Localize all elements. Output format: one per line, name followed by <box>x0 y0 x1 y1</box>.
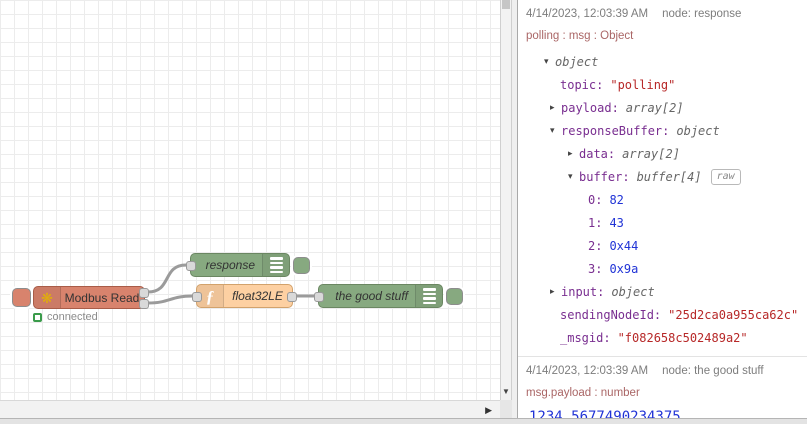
debug-value: 82 <box>609 192 624 207</box>
debug-tree-row[interactable]: ▸ payload: array[2] <box>526 96 799 119</box>
scroll-right-arrow-icon[interactable]: ▶ <box>485 405 492 415</box>
debug-message-meta: 4/14/2023, 12:03:39 AM node: the good stu… <box>526 363 799 379</box>
debug-tree-row[interactable]: 2: 0x44 <box>526 234 799 257</box>
expander-icon[interactable]: ▸ <box>568 148 579 159</box>
debug-key: payload: <box>561 100 619 115</box>
node-modbus-read[interactable]: ❋ Modbus Read <box>33 286 149 309</box>
input-port[interactable] <box>314 292 324 302</box>
debug-value: 0x9a <box>609 261 639 276</box>
node-label: the good stuff <box>335 289 408 303</box>
debug-tree-row[interactable]: ▾ buffer: buffer[4] raw <box>526 165 799 188</box>
debug-key: 3: <box>588 261 603 276</box>
debug-value: "polling" <box>610 77 676 92</box>
debug-message: 4/14/2023, 12:03:39 AM node: response pol… <box>518 0 807 357</box>
debug-key: input: <box>561 284 605 299</box>
debug-source-node[interactable]: node: response <box>662 8 741 20</box>
debug-tree-row[interactable]: ▾ responseBuffer: object <box>526 119 799 142</box>
debug-value: object <box>555 54 599 69</box>
input-port[interactable] <box>192 292 202 302</box>
debug-value: 0x44 <box>609 238 639 253</box>
debug-key: data: <box>579 146 616 161</box>
debug-key: _msgid: <box>560 330 611 345</box>
node-label: float32LE <box>232 289 283 303</box>
horizontal-scrollbar[interactable]: ▶ <box>0 400 500 418</box>
expander-icon[interactable]: ▾ <box>544 56 555 67</box>
debug-value: "f082658c502489a2" <box>617 330 748 345</box>
node-label: Modbus Read <box>64 290 140 305</box>
wire[interactable] <box>146 294 195 305</box>
debug-source-node[interactable]: node: the good stuff <box>662 365 763 377</box>
expander-icon[interactable]: ▾ <box>550 125 561 136</box>
debug-value: buffer[4] <box>636 169 702 184</box>
debug-value: array[2] <box>625 100 684 115</box>
debug-value: object <box>676 123 720 138</box>
debug-timestamp: 4/14/2023, 12:03:39 AM <box>526 8 649 20</box>
debug-list-icon <box>415 285 442 307</box>
debug-value: "25d2ca0a955ca62c" <box>668 307 799 322</box>
wire[interactable] <box>146 263 188 294</box>
status-text: connected <box>47 311 98 323</box>
debug-key: buffer: <box>579 169 630 184</box>
debug-key: sendingNodeId: <box>560 307 662 322</box>
debug-object-tree: ▾ object topic: "polling" ▸ payload: array[2] ▾… <box>526 50 799 349</box>
flow-canvas[interactable]: ❋ Modbus Read connected response ƒ float… <box>0 0 501 400</box>
debug-payload-value: 1234.5677490234375 <box>529 409 681 418</box>
node-button[interactable] <box>12 288 31 307</box>
raw-toggle-button[interactable]: raw <box>710 168 741 185</box>
debug-value: object <box>611 284 655 299</box>
status-led-icon <box>33 312 42 322</box>
node-red-workspace: ❋ Modbus Read connected response ƒ float… <box>0 0 807 424</box>
node-response-debug[interactable]: response <box>186 253 290 277</box>
debug-tree-row[interactable]: ▾ object <box>526 50 799 73</box>
debug-key: 2: <box>588 238 603 253</box>
debug-key: 1: <box>588 215 603 230</box>
debug-key: 0: <box>588 192 603 207</box>
window-footer-edge <box>0 418 807 424</box>
debug-message: 4/14/2023, 12:03:39 AM node: the good stu… <box>518 357 807 418</box>
debug-tree-row[interactable]: 0: 82 <box>526 188 799 211</box>
expander-icon[interactable]: ▸ <box>550 286 561 297</box>
debug-timestamp: 4/14/2023, 12:03:39 AM <box>526 365 649 377</box>
debug-value: 43 <box>609 215 624 230</box>
debug-value: array[2] <box>622 146 680 161</box>
debug-tree-row[interactable]: 3: 0x9a <box>526 257 799 280</box>
debug-tree-row[interactable]: 1: 43 <box>526 211 799 234</box>
debug-tree-row[interactable]: ▸ data: array[2] <box>526 142 799 165</box>
debug-tree-row[interactable]: sendingNodeId: "25d2ca0a955ca62c" <box>526 303 799 326</box>
debug-topic-line: polling : msg : Object <box>526 30 634 42</box>
vertical-scrollbar[interactable]: ▼ <box>500 0 512 400</box>
expander-icon[interactable]: ▾ <box>568 171 579 182</box>
debug-tree-row[interactable]: ▸ input: object <box>526 280 799 303</box>
debug-topic-line: msg.payload : number <box>526 387 640 399</box>
debug-key: topic: <box>560 77 604 92</box>
debug-list-icon <box>262 254 289 276</box>
expander-icon[interactable]: ▸ <box>550 102 561 113</box>
modbus-icon: ❋ <box>34 287 61 308</box>
scroll-down-arrow-icon[interactable]: ▼ <box>501 387 511 397</box>
node-status: connected <box>33 311 98 323</box>
wire-layer <box>146 263 318 305</box>
node-float32le-function[interactable]: ƒ float32LE <box>192 284 297 308</box>
debug-message-meta: 4/14/2023, 12:03:39 AM node: response <box>526 6 799 22</box>
debug-key: responseBuffer: <box>561 123 670 138</box>
scrollbar-thumb[interactable] <box>502 0 510 9</box>
node-label: response <box>205 258 255 272</box>
debug-toggle-button[interactable] <box>293 257 310 274</box>
debug-tree-row[interactable]: _msgid: "f082658c502489a2" <box>526 326 799 349</box>
debug-tree-row[interactable]: topic: "polling" <box>526 73 799 96</box>
debug-sidebar[interactable]: 4/14/2023, 12:03:39 AM node: response pol… <box>517 0 807 418</box>
output-port[interactable] <box>139 299 149 309</box>
output-port[interactable] <box>139 288 149 298</box>
debug-toggle-button[interactable] <box>446 288 463 305</box>
input-port[interactable] <box>186 261 196 271</box>
node-the-good-stuff-debug[interactable]: the good stuff <box>314 284 443 308</box>
output-port[interactable] <box>287 292 297 302</box>
